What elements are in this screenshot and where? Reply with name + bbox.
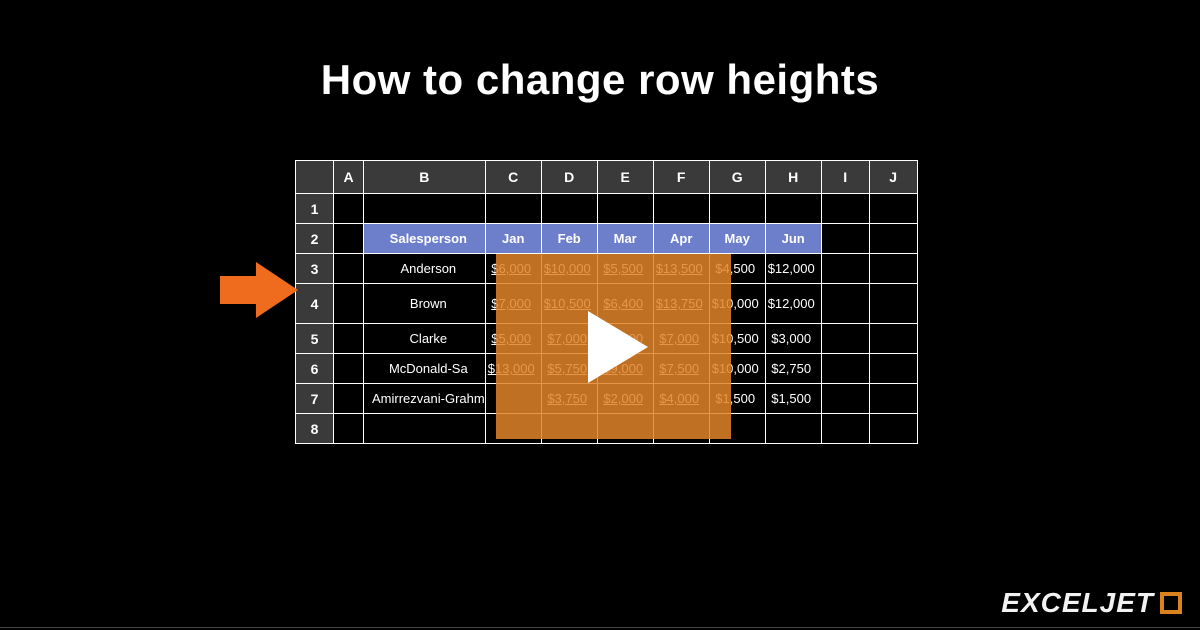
cell[interactable] xyxy=(869,354,917,384)
table-header-feb[interactable]: Feb xyxy=(541,224,597,254)
cell[interactable] xyxy=(334,354,364,384)
row-header-2[interactable]: 2 xyxy=(296,224,334,254)
col-header-d[interactable]: D xyxy=(541,161,597,194)
cell[interactable] xyxy=(364,194,486,224)
row-header-7[interactable]: 7 xyxy=(296,384,334,414)
table-header-apr[interactable]: Apr xyxy=(653,224,709,254)
cell[interactable] xyxy=(709,194,765,224)
table-header-jan[interactable]: Jan xyxy=(485,224,541,254)
play-icon xyxy=(574,307,654,387)
table-header-salesperson[interactable]: Salesperson xyxy=(364,224,486,254)
cell[interactable] xyxy=(334,284,364,324)
col-header-e[interactable]: E xyxy=(597,161,653,194)
cell[interactable] xyxy=(485,194,541,224)
cell[interactable] xyxy=(597,194,653,224)
table-header-mar[interactable]: Mar xyxy=(597,224,653,254)
cell[interactable] xyxy=(334,194,364,224)
cell[interactable] xyxy=(869,414,917,444)
cell[interactable] xyxy=(869,284,917,324)
select-all-corner[interactable] xyxy=(296,161,334,194)
cell[interactable] xyxy=(869,324,917,354)
cell-name[interactable]: Anderson xyxy=(364,254,486,284)
cell[interactable]: $1,500 xyxy=(765,384,821,414)
cell[interactable] xyxy=(869,254,917,284)
cell-name[interactable]: Amirrezvani-Grahm xyxy=(364,384,486,414)
table-header-jun[interactable]: Jun xyxy=(765,224,821,254)
brand-square-icon xyxy=(1160,592,1182,614)
brand-text: EXCELJET xyxy=(1001,587,1154,619)
column-header-row: A B C D E F G H I J xyxy=(296,161,918,194)
row-header-4[interactable]: 4 xyxy=(296,284,334,324)
cell-name[interactable]: McDonald-Sa xyxy=(364,354,486,384)
cell[interactable] xyxy=(334,224,364,254)
brand-logo: EXCELJET xyxy=(1001,587,1182,619)
cell[interactable] xyxy=(821,284,869,324)
cell[interactable]: $12,000 xyxy=(765,284,821,324)
cell-name[interactable]: Brown xyxy=(364,284,486,324)
cell[interactable]: $3,000 xyxy=(765,324,821,354)
arrow-right-icon xyxy=(220,262,298,323)
cell[interactable] xyxy=(821,194,869,224)
cell[interactable] xyxy=(869,194,917,224)
cell[interactable] xyxy=(765,194,821,224)
cell[interactable] xyxy=(541,194,597,224)
cell[interactable] xyxy=(653,194,709,224)
col-header-j[interactable]: J xyxy=(869,161,917,194)
row-header-1[interactable]: 1 xyxy=(296,194,334,224)
col-header-i[interactable]: I xyxy=(821,161,869,194)
row-header-6[interactable]: 6 xyxy=(296,354,334,384)
cell[interactable] xyxy=(869,384,917,414)
cell[interactable] xyxy=(821,224,869,254)
divider xyxy=(0,627,1200,628)
col-header-a[interactable]: A xyxy=(334,161,364,194)
page-title: How to change row heights xyxy=(0,0,1200,104)
cell[interactable]: $2,750 xyxy=(765,354,821,384)
cell[interactable] xyxy=(821,324,869,354)
col-header-g[interactable]: G xyxy=(709,161,765,194)
cell[interactable] xyxy=(765,414,821,444)
cell[interactable] xyxy=(821,414,869,444)
col-header-h[interactable]: H xyxy=(765,161,821,194)
col-header-b[interactable]: B xyxy=(364,161,486,194)
col-header-f[interactable]: F xyxy=(653,161,709,194)
row-header-3[interactable]: 3 xyxy=(296,254,334,284)
cell-name[interactable]: Clarke xyxy=(364,324,486,354)
cell[interactable] xyxy=(364,414,486,444)
row-2: 2 Salesperson Jan Feb Mar Apr May Jun xyxy=(296,224,918,254)
cell[interactable] xyxy=(821,384,869,414)
row-header-8[interactable]: 8 xyxy=(296,414,334,444)
cell[interactable] xyxy=(334,384,364,414)
cell[interactable] xyxy=(334,414,364,444)
play-button[interactable] xyxy=(496,254,731,439)
cell[interactable] xyxy=(869,224,917,254)
row-1: 1 xyxy=(296,194,918,224)
cell[interactable] xyxy=(821,354,869,384)
cell[interactable] xyxy=(334,254,364,284)
cell[interactable] xyxy=(821,254,869,284)
row-header-5[interactable]: 5 xyxy=(296,324,334,354)
video-thumbnail: How to change row heights A B C D E F G … xyxy=(0,0,1200,627)
cell[interactable]: $12,000 xyxy=(765,254,821,284)
table-header-may[interactable]: May xyxy=(709,224,765,254)
col-header-c[interactable]: C xyxy=(485,161,541,194)
cell[interactable] xyxy=(334,324,364,354)
